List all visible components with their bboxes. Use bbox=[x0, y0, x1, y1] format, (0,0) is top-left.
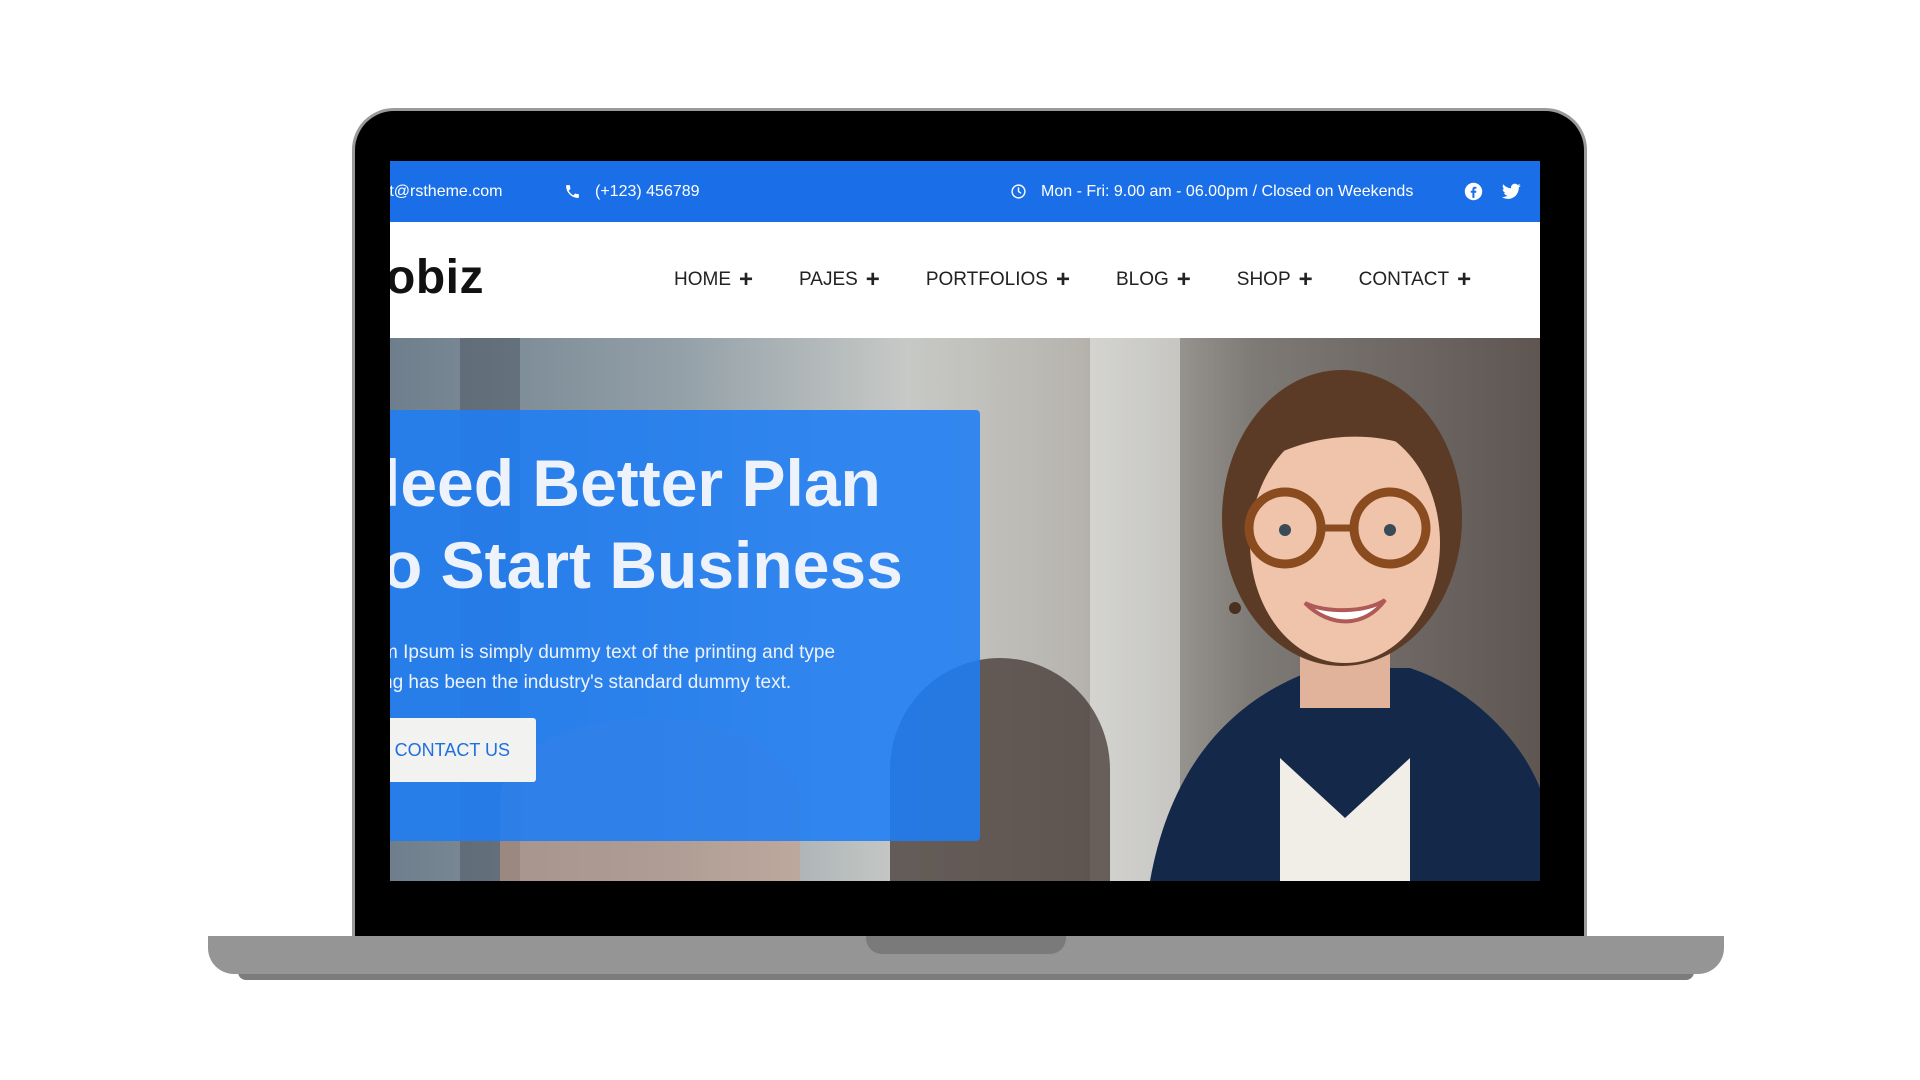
nav-item-label: BLOG bbox=[1115, 269, 1169, 290]
twitter-link[interactable] bbox=[1502, 161, 1521, 222]
nav-item-label: CONTACT bbox=[1358, 269, 1450, 290]
plus-icon: + bbox=[1055, 266, 1070, 293]
site-header: obiz HOME + PAJES + PORTFOLIOS + BLOG + … bbox=[390, 222, 1540, 338]
hero-title: leed Better Plan o Start Business bbox=[390, 442, 1022, 606]
hero-title-line: o Start Business bbox=[390, 528, 903, 602]
hero-description: m Ipsum is simply dummy text of the prin… bbox=[390, 638, 942, 698]
nav-item-label: PORTFOLIOS bbox=[925, 269, 1048, 290]
plus-icon: + bbox=[1176, 266, 1191, 293]
opening-hours: Mon - Fri: 9.00 am - 06.00pm / Closed on… bbox=[1010, 161, 1413, 222]
clock-icon bbox=[1010, 183, 1027, 200]
phone-text: (+123) 456789 bbox=[595, 182, 700, 200]
email-text: rt@rstheme.com bbox=[390, 182, 503, 200]
nav-item-label: PAJES bbox=[799, 269, 858, 290]
phone-link[interactable]: (+123) 456789 bbox=[564, 161, 700, 222]
nav-item-pajes[interactable]: PAJES + bbox=[799, 268, 880, 292]
nav-item-portfolios[interactable]: PORTFOLIOS + bbox=[926, 268, 1070, 292]
plus-icon: + bbox=[739, 266, 754, 293]
main-nav: HOME + PAJES + PORTFOLIOS + BLOG + SHOP … bbox=[674, 222, 1517, 338]
facebook-icon bbox=[1464, 182, 1483, 201]
facebook-link[interactable] bbox=[1464, 161, 1483, 222]
top-info-bar: rt@rstheme.com (+123) 456789 Mon - Fri: … bbox=[390, 161, 1540, 222]
contact-us-button[interactable]: CONTACT US bbox=[390, 718, 536, 782]
nav-item-shop[interactable]: SHOP + bbox=[1237, 268, 1313, 292]
email-link[interactable]: rt@rstheme.com bbox=[390, 161, 502, 222]
hero-description-line: ng has been the industry's standard dumm… bbox=[390, 672, 792, 693]
hero-section: leed Better Plan o Start Business m Ipsu… bbox=[390, 338, 1540, 881]
laptop-notch bbox=[866, 936, 1066, 954]
hours-text: Mon - Fri: 9.00 am - 06.00pm / Closed on… bbox=[1041, 182, 1414, 200]
nav-item-home[interactable]: HOME + bbox=[674, 268, 753, 292]
nav-item-label: SHOP bbox=[1236, 269, 1291, 290]
laptop-screen: rt@rstheme.com (+123) 456789 Mon - Fri: … bbox=[390, 161, 1540, 881]
site-logo[interactable]: obiz bbox=[390, 250, 484, 305]
plus-icon: + bbox=[1457, 266, 1472, 293]
nav-item-blog[interactable]: BLOG + bbox=[1116, 268, 1191, 292]
phone-icon bbox=[564, 183, 581, 200]
twitter-icon bbox=[1502, 183, 1521, 200]
hero-description-line: m Ipsum is simply dummy text of the prin… bbox=[390, 642, 836, 663]
plus-icon: + bbox=[865, 266, 880, 293]
woman-photo bbox=[1150, 370, 1540, 881]
plus-icon: + bbox=[1298, 266, 1313, 293]
nav-item-label: HOME bbox=[674, 269, 731, 290]
hero-title-line: leed Better Plan bbox=[390, 446, 881, 520]
nav-item-contact[interactable]: CONTACT + bbox=[1359, 268, 1471, 292]
